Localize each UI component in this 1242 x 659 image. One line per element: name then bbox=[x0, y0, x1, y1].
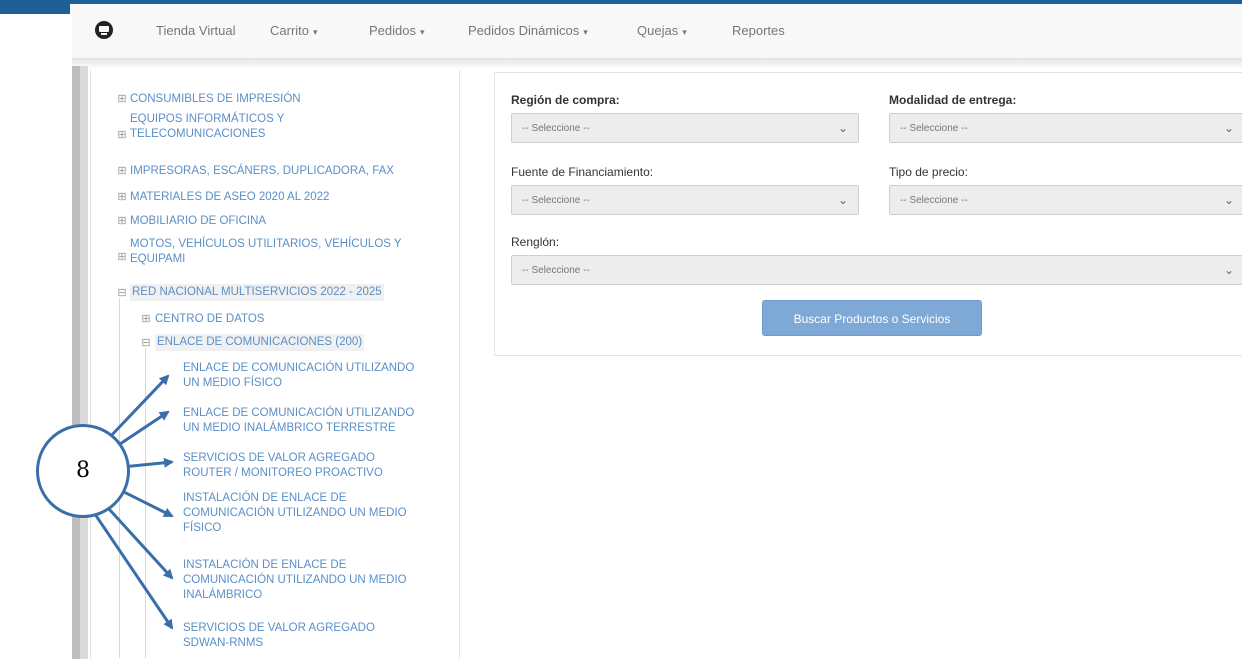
annotation-arrows bbox=[78, 374, 174, 630]
annotation-callout-number: 8 bbox=[36, 424, 130, 518]
